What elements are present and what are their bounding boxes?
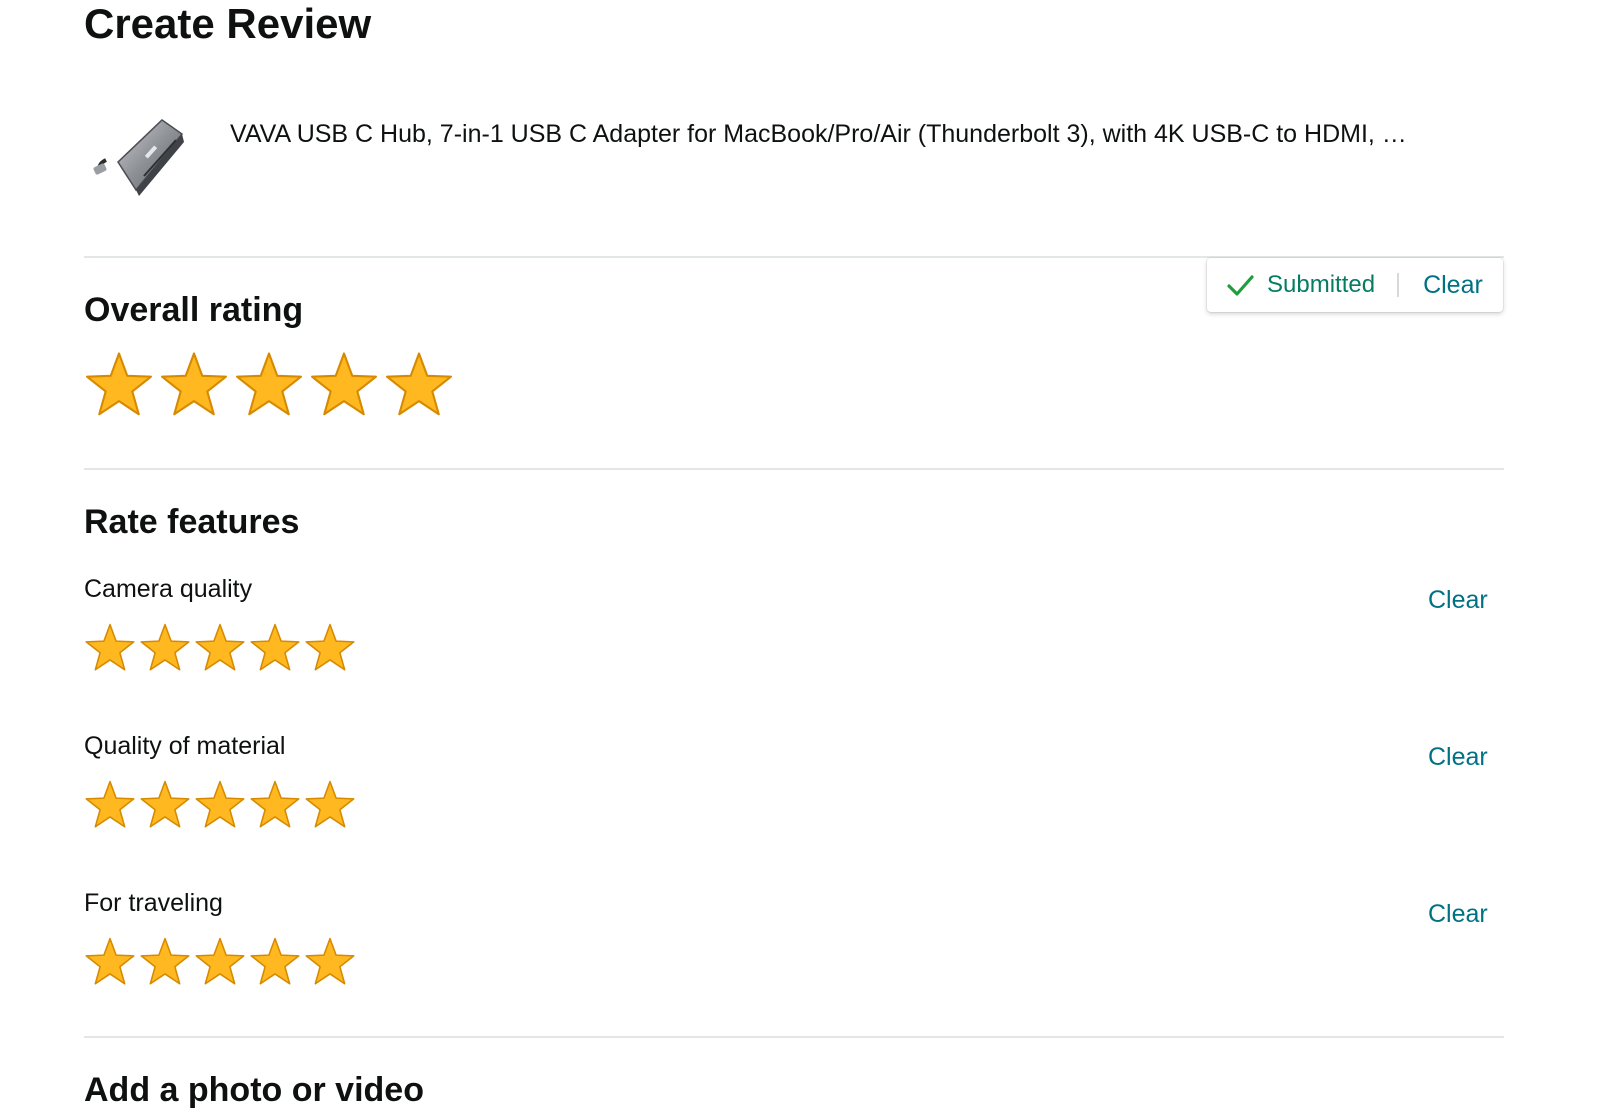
clear-quality-of-material-button[interactable]: Clear (1428, 743, 1488, 772)
star-icon[interactable] (84, 350, 154, 420)
clear-camera-quality-button[interactable]: Clear (1428, 586, 1488, 615)
feature-label-for-traveling: For traveling (84, 889, 223, 917)
star-icon[interactable] (139, 779, 191, 831)
star-icon[interactable] (194, 936, 246, 988)
quality-of-material-stars[interactable] (84, 779, 359, 831)
star-icon[interactable] (249, 936, 301, 988)
star-icon[interactable] (304, 779, 356, 831)
check-icon (1227, 275, 1254, 296)
separator (1397, 273, 1400, 297)
for-traveling-stars[interactable] (84, 936, 359, 988)
divider (84, 1036, 1504, 1038)
product-title[interactable]: VAVA USB C Hub, 7-in-1 USB C Adapter for… (230, 118, 1407, 150)
star-icon[interactable] (249, 779, 301, 831)
star-icon[interactable] (384, 350, 454, 420)
star-icon[interactable] (84, 622, 136, 674)
feature-label-quality-of-material: Quality of material (84, 732, 286, 760)
star-icon[interactable] (194, 779, 246, 831)
star-icon[interactable] (234, 350, 304, 420)
clear-for-traveling-button[interactable]: Clear (1428, 900, 1488, 929)
star-icon[interactable] (304, 936, 356, 988)
divider (84, 468, 1504, 470)
status-text: Submitted (1267, 271, 1376, 298)
star-icon[interactable] (139, 622, 191, 674)
clear-overall-rating-button[interactable]: Clear (1423, 271, 1483, 300)
product-summary: VAVA USB C Hub, 7-in-1 USB C Adapter for… (84, 100, 1504, 210)
star-icon[interactable] (194, 622, 246, 674)
star-icon[interactable] (84, 779, 136, 831)
star-icon[interactable] (139, 936, 191, 988)
camera-quality-stars[interactable] (84, 622, 359, 674)
add-media-heading: Add a photo or video (84, 1071, 424, 1109)
star-icon[interactable] (159, 350, 229, 420)
product-image (93, 119, 184, 196)
rate-features-heading: Rate features (84, 503, 300, 541)
feature-label-camera-quality: Camera quality (84, 575, 253, 603)
star-icon[interactable] (304, 622, 356, 674)
star-icon[interactable] (249, 622, 301, 674)
star-icon[interactable] (84, 936, 136, 988)
page-title: Create Review (84, 0, 372, 47)
overall-rating-heading: Overall rating (84, 291, 304, 329)
star-icon[interactable] (309, 350, 379, 420)
rating-status-box: Submitted Clear (1207, 258, 1503, 312)
overall-rating-stars[interactable] (84, 350, 459, 420)
